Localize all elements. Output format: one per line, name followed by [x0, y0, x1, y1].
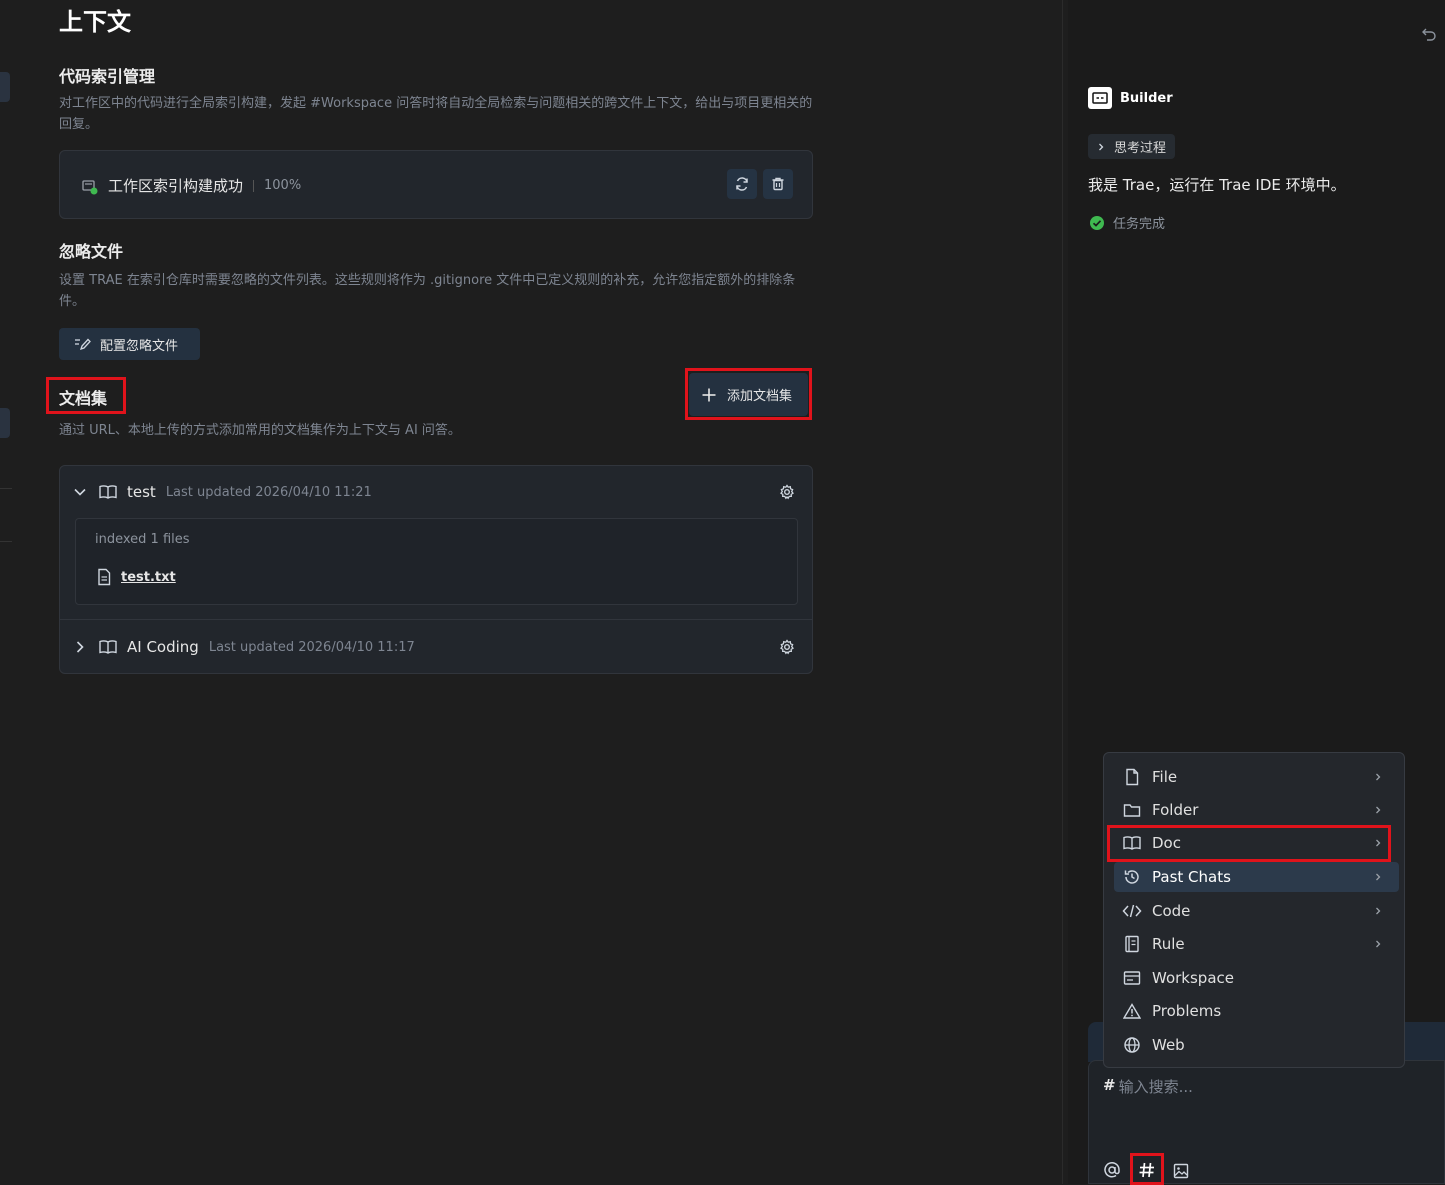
index-progress: 100% — [264, 178, 302, 193]
chevron-right-icon[interactable] — [72, 639, 88, 655]
separator — [253, 179, 255, 192]
doc-set-files: indexed 1 files test.txt — [75, 518, 798, 605]
chevron-down-icon[interactable] — [72, 484, 88, 500]
hash-context-icon[interactable] — [1138, 1161, 1156, 1179]
add-doc-set-button[interactable]: 添加文档集 — [689, 373, 808, 416]
input-placeholder: 输入搜索... — [1118, 1078, 1193, 1096]
input-line[interactable]: # 输入搜索... — [1103, 1076, 1193, 1097]
file-icon — [1122, 767, 1142, 787]
index-status: 工作区索引构建成功 100% — [108, 175, 301, 196]
chevron-right-icon — [1373, 939, 1387, 949]
doc-set-meta: Last updated 2026/04/10 11:21 — [165, 484, 372, 500]
menu-item-rule[interactable]: Rule — [1114, 929, 1399, 959]
index-status-card: 工作区索引构建成功 100% — [59, 150, 813, 219]
at-mention-icon[interactable] — [1103, 1161, 1121, 1179]
doc-set-list: test Last updated 2026/04/10 11:21 index… — [59, 465, 813, 674]
book-icon — [98, 639, 118, 655]
warning-icon — [1122, 1001, 1142, 1021]
indexed-count: indexed 1 files — [95, 532, 190, 547]
menu-item-web[interactable]: Web — [1114, 1030, 1399, 1060]
trash-icon — [772, 177, 784, 191]
input-prefix: # — [1103, 1076, 1116, 1094]
menu-item-label: Rule — [1152, 935, 1185, 953]
menu-item-folder[interactable]: Folder — [1114, 795, 1399, 825]
edge-tab[interactable] — [0, 72, 10, 102]
chat-input[interactable]: # 输入搜索... — [1088, 1060, 1445, 1185]
chevron-right-icon — [1373, 906, 1387, 916]
configure-ignore-button[interactable]: 配置忽略文件 — [59, 328, 200, 360]
code-icon — [1122, 901, 1142, 921]
menu-item-label: Workspace — [1152, 969, 1234, 987]
undo-icon[interactable] — [1421, 26, 1437, 42]
rebuild-index-button[interactable] — [727, 169, 757, 199]
refresh-icon — [736, 177, 748, 191]
index-status-icon — [82, 179, 98, 195]
doc-set-name: test — [127, 483, 156, 501]
index-status-text: 工作区索引构建成功 — [108, 177, 244, 195]
task-status: 任务完成 — [1089, 213, 1165, 232]
menu-item-label: Folder — [1152, 801, 1199, 819]
globe-icon — [1122, 1035, 1142, 1055]
activity-edge — [0, 0, 12, 1184]
edge-divider — [0, 541, 12, 542]
edit-icon — [74, 336, 92, 352]
context-menu: File Folder Doc Past Chats Code Rule Wor… — [1103, 752, 1405, 1068]
menu-item-code[interactable]: Code — [1114, 896, 1399, 926]
workspace-icon — [1122, 968, 1142, 988]
file-name[interactable]: test.txt — [121, 570, 176, 585]
page-title: 上下文 — [59, 8, 131, 36]
folder-icon — [1122, 800, 1142, 820]
chevron-right-icon — [1373, 772, 1387, 782]
assistant-message: 我是 Trae，运行在 Trae IDE 环境中。 — [1088, 176, 1346, 194]
menu-item-past-chats[interactable]: Past Chats — [1114, 862, 1399, 892]
check-circle-icon — [1089, 215, 1105, 231]
menu-item-label: Past Chats — [1152, 868, 1231, 886]
menu-item-problems[interactable]: Problems — [1114, 996, 1399, 1026]
thinking-label: 思考过程 — [1114, 141, 1167, 156]
gear-icon[interactable] — [779, 484, 795, 500]
highlight-box — [1107, 825, 1391, 862]
book-icon — [98, 484, 118, 500]
code-index-title: 代码索引管理 — [59, 67, 156, 86]
gear-icon[interactable] — [779, 639, 795, 655]
menu-item-label: File — [1152, 768, 1178, 786]
ignore-files-title: 忽略文件 — [59, 242, 124, 261]
menu-item-file[interactable]: File — [1114, 762, 1399, 792]
menu-item-workspace[interactable]: Workspace — [1114, 963, 1399, 993]
edge-divider — [0, 488, 12, 489]
history-icon — [1122, 867, 1142, 887]
agent-name: Builder — [1120, 90, 1173, 106]
rule-icon — [1122, 934, 1142, 954]
doc-set-row[interactable]: AI Coding Last updated 2026/04/10 11:17 — [60, 621, 812, 673]
plus-icon — [701, 387, 717, 403]
delete-index-button[interactable] — [763, 169, 793, 199]
file-link[interactable]: test.txt — [96, 568, 176, 586]
menu-item-label: Web — [1152, 1036, 1185, 1054]
panel-divider[interactable] — [1062, 0, 1063, 1184]
configure-ignore-label: 配置忽略文件 — [100, 338, 179, 354]
menu-item-label: Problems — [1152, 1002, 1222, 1020]
edge-tab-active[interactable] — [0, 408, 10, 438]
ignore-files-description: 设置 TRAE 在索引仓库时需要忽略的文件列表。这些规则将作为 .gitigno… — [59, 273, 796, 309]
thinking-toggle[interactable]: 思考过程 — [1088, 134, 1175, 159]
file-icon — [96, 568, 112, 586]
code-index-description: 对工作区中的代码进行全局索引构建，发起 #Workspace 问答时将自动全局检… — [59, 96, 813, 132]
row-divider — [60, 619, 812, 620]
doc-set-name: AI Coding — [127, 638, 199, 656]
add-doc-set-label: 添加文档集 — [727, 389, 793, 404]
doc-sets-title: 文档集 — [59, 389, 108, 408]
doc-set-row[interactable]: test Last updated 2026/04/10 11:21 — [60, 466, 812, 518]
image-icon[interactable] — [1173, 1163, 1189, 1179]
menu-item-label: Code — [1152, 902, 1191, 920]
builder-icon — [1088, 87, 1112, 109]
chevron-right-icon — [1096, 142, 1106, 152]
chevron-right-icon — [1373, 872, 1387, 882]
agent-header: Builder — [1088, 87, 1173, 109]
doc-sets-description: 通过 URL、本地上传的方式添加常用的文档集作为上下文与 AI 问答。 — [59, 423, 461, 438]
doc-set-meta: Last updated 2026/04/10 11:17 — [208, 639, 415, 655]
task-status-text: 任务完成 — [1113, 217, 1166, 232]
chevron-right-icon — [1373, 805, 1387, 815]
